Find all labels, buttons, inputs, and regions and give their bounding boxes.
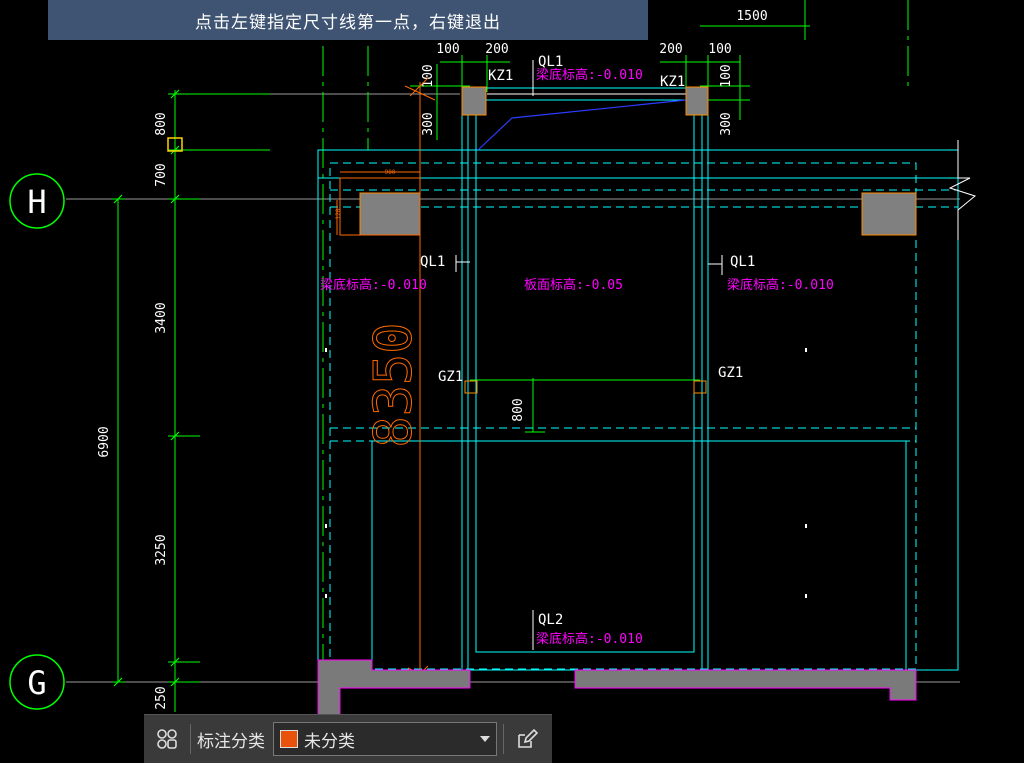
axis-label-h: H	[27, 183, 46, 221]
category-color-swatch	[280, 730, 298, 748]
break-line	[948, 140, 977, 240]
chevron-down-icon[interactable]	[480, 736, 490, 742]
dim-100-left: 100	[436, 42, 459, 57]
left-dim-ticks	[113, 89, 180, 687]
dim-120-small: 120	[335, 208, 342, 219]
category-select[interactable]: 未分类	[273, 722, 497, 756]
dim-250: 250	[154, 686, 169, 709]
dim-3400: 3400	[154, 302, 169, 333]
label-ql1-left: QL1	[420, 254, 445, 270]
top-dimension-lines	[410, 0, 810, 433]
edit-icon[interactable]	[504, 716, 550, 762]
column-h-left[interactable]	[359, 192, 421, 236]
axis-bubble-h: H	[9, 173, 65, 229]
cad-drawing-canvas[interactable]: H G 800 700 3400 3250 250 6900 1500 100 …	[0, 0, 1024, 762]
dim-200-left: 200	[485, 42, 508, 57]
dim-6900: 6900	[97, 426, 112, 457]
dim-100-vert-right: 100	[719, 64, 734, 87]
beam-sketch-line	[477, 99, 687, 151]
dim-700: 700	[154, 163, 169, 186]
dim-800-mid: 800	[511, 398, 526, 421]
command-prompt-bar: 点击左键指定尺寸线第一点，右键退出	[48, 0, 648, 40]
label-gz1-right: GZ1	[718, 365, 743, 381]
label-kz1-right: KZ1	[660, 74, 685, 90]
left-dim-texts: 800 700 3400 3250 250 6900	[97, 112, 169, 709]
label-ql1-right: QL1	[730, 254, 755, 270]
four-squares-icon[interactable]	[144, 716, 190, 762]
left-dimension-lines	[112, 90, 270, 712]
dim-800: 800	[154, 112, 169, 135]
label-kz1-left: KZ1	[488, 68, 513, 84]
dim-900-small: 900	[385, 169, 396, 176]
label-gz1-left: GZ1	[438, 369, 463, 385]
label-ql1-left-elev: 梁底标高:-0.010	[320, 277, 427, 293]
axis-label-g: G	[27, 664, 46, 702]
label-ql2: QL2	[538, 612, 563, 628]
dim-8350: 8350	[364, 322, 424, 447]
leader-lines	[455, 60, 723, 650]
dim-200-right: 200	[659, 42, 682, 57]
dim-300-vert-left: 300	[421, 112, 436, 135]
column-h-right[interactable]	[861, 192, 917, 236]
axis-lines	[66, 93, 960, 683]
columns[interactable]	[359, 86, 917, 236]
dim-100-vert-left: 100	[421, 64, 436, 87]
gz-columns	[464, 380, 707, 394]
dim-100-right: 100	[708, 42, 731, 57]
label-slab-elev: 板面标高:-0.05	[524, 277, 623, 293]
label-ql2-elev: 梁底标高:-0.010	[536, 631, 643, 647]
category-select-value: 未分类	[304, 731, 355, 751]
annotation-category-label: 标注分类	[197, 731, 265, 751]
column-kz1-right[interactable]	[685, 86, 709, 116]
annotation-toolbar: 标注分类 未分类	[144, 714, 552, 763]
dim-3250: 3250	[154, 534, 169, 565]
axis-bubble-g: G	[9, 654, 65, 710]
label-ql1-right-elev: 梁底标高:-0.010	[727, 277, 834, 293]
label-ql1-top-elev: 梁底标高:-0.010	[536, 67, 643, 83]
column-kz1-left[interactable]	[461, 86, 487, 116]
command-prompt-text: 点击左键指定尺寸线第一点，右键退出	[195, 12, 501, 33]
dim-1500: 1500	[736, 9, 767, 24]
dim-300-vert-right: 300	[719, 112, 734, 135]
